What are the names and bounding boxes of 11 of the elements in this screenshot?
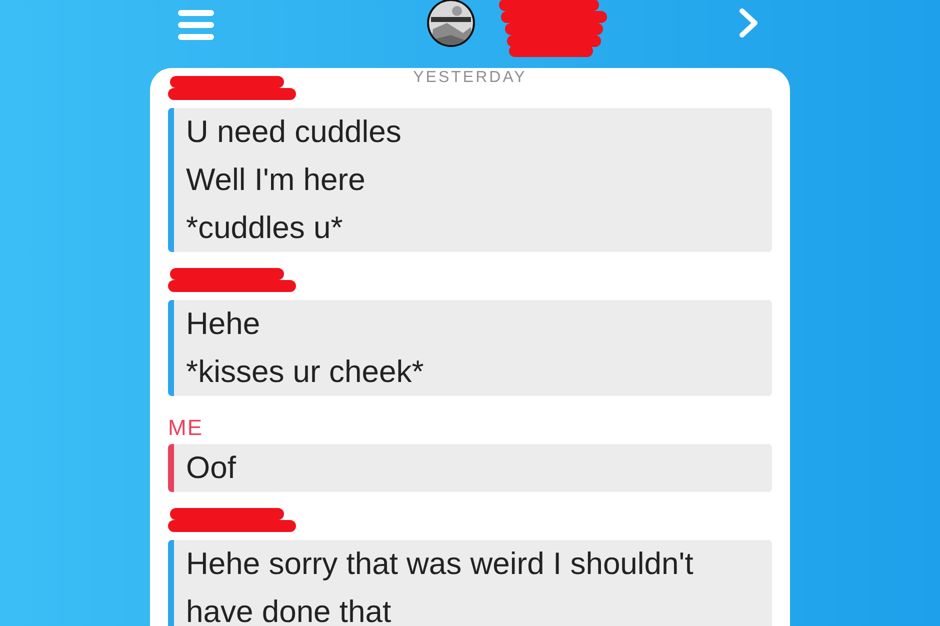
menu-icon[interactable] (176, 8, 216, 42)
message-text: Oof (186, 449, 237, 487)
date-label: YESTERDAY (413, 70, 527, 86)
message-text: Hehe (186, 305, 262, 343)
sender-name: ME (168, 416, 203, 440)
message-text: *kisses ur cheek* (186, 353, 425, 391)
message-text: Well I'm here (186, 161, 366, 199)
message-text: *cuddles u* (186, 209, 344, 247)
message-text: Hehe sorry that was weird I shouldn't have done that (186, 545, 694, 626)
chevron-right-icon[interactable] (738, 7, 760, 39)
message-text: U need cuddles (186, 113, 402, 151)
